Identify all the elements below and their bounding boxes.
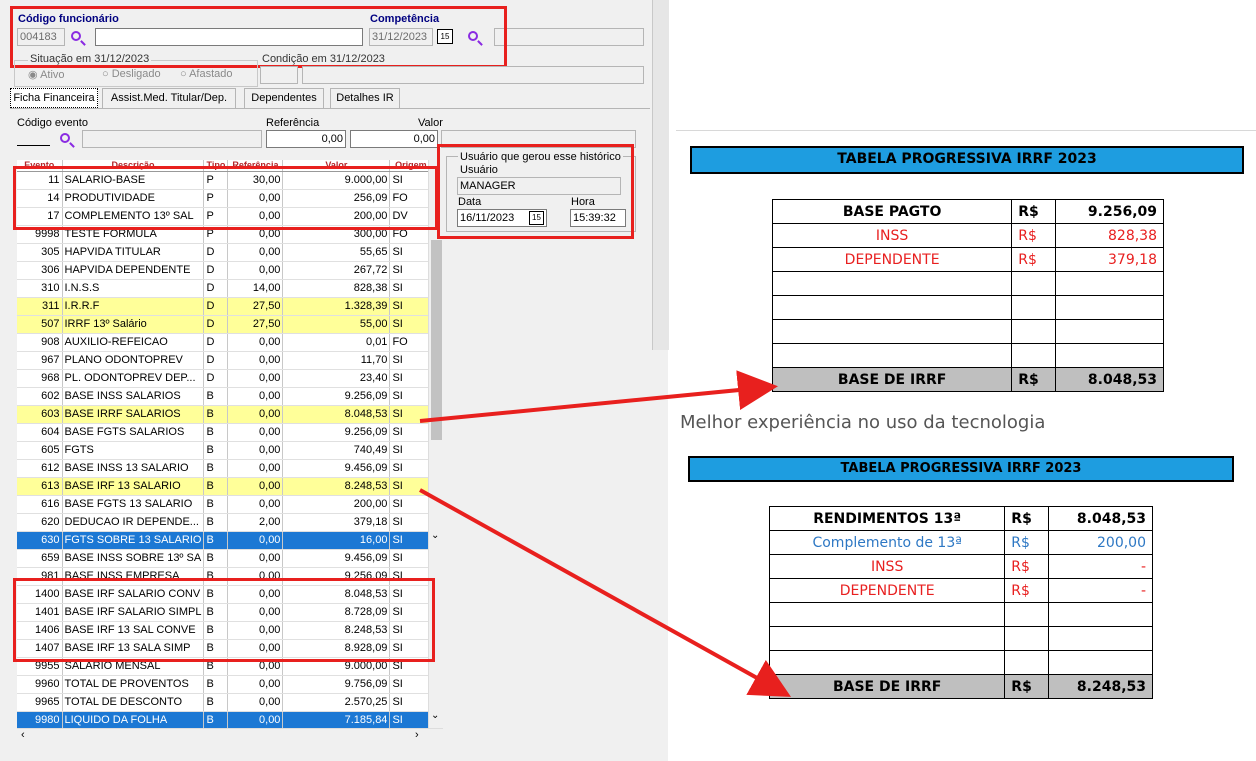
arrow-to-excel1	[419, 370, 778, 423]
arrow-to-excel2	[419, 488, 791, 697]
arrows-overlay	[419, 370, 791, 697]
